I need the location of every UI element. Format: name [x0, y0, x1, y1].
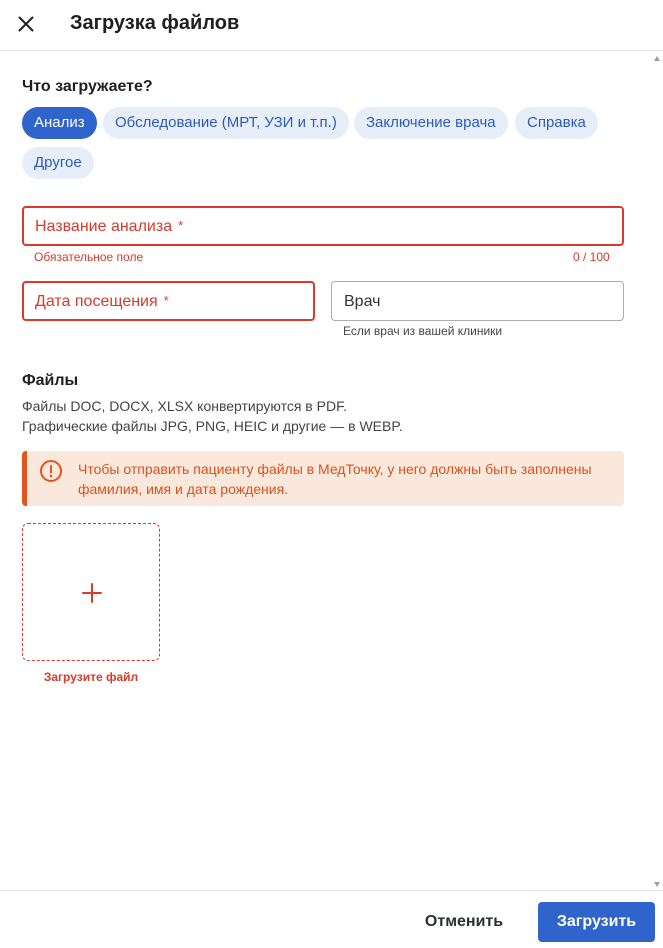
doctor-label: Врач	[344, 293, 381, 310]
doctor-field[interactable]: Врач	[331, 281, 624, 321]
scrollbar[interactable]	[651, 52, 663, 890]
files-section-title: Файлы	[22, 372, 79, 389]
chip-analysis[interactable]: Анализ	[22, 107, 97, 139]
plus-icon	[82, 583, 102, 603]
visit-date-field[interactable]: Дата посещения *	[22, 281, 315, 321]
required-mark: *	[178, 218, 184, 233]
warning-alert: Чтобы отправить пациенту файлы в МедТочк…	[22, 451, 624, 506]
analysis-name-counter: 0 / 100	[573, 250, 610, 264]
alert-circle-icon	[40, 460, 62, 482]
close-icon	[18, 16, 34, 32]
files-description: Файлы DOC, DOCX, XLSX конвертируются в P…	[22, 396, 403, 436]
dialog-title: Загрузка файлов	[70, 12, 240, 34]
chip-certificate[interactable]: Справка	[515, 107, 598, 139]
analysis-name-error: Обязательное поле	[34, 250, 144, 264]
doctor-hint: Если врач из вашей клиники	[343, 324, 503, 338]
files-desc-line1: Файлы DOC, DOCX, XLSX конвертируются в P…	[22, 398, 347, 414]
analysis-name-label: Название анализа *	[35, 218, 184, 235]
visit-date-label: Дата посещения *	[35, 293, 169, 310]
analysis-name-field[interactable]: Название анализа *	[22, 206, 624, 246]
chip-doctor-conclusion[interactable]: Заключение врача	[354, 107, 508, 139]
type-section-title: Что загружаете?	[22, 78, 153, 95]
alert-text: Чтобы отправить пациенту файлы в МедТочк…	[78, 461, 592, 497]
scroll-down-arrow[interactable]	[654, 882, 660, 887]
upload-file-dropzone[interactable]	[22, 523, 160, 661]
dialog-header: Загрузка файлов	[0, 0, 663, 51]
files-desc-line2: Графические файлы JPG, PNG, HEIC и други…	[22, 418, 403, 434]
scroll-up-arrow[interactable]	[654, 56, 660, 61]
chip-other[interactable]: Другое	[22, 147, 94, 179]
upload-file-label: Загрузите файл	[43, 670, 139, 684]
cancel-button[interactable]: Отменить	[410, 902, 518, 942]
upload-button[interactable]: Загрузить	[538, 902, 655, 942]
close-button[interactable]	[12, 10, 40, 38]
dialog-footer: Отменить Загрузить	[0, 890, 663, 948]
required-mark: *	[163, 293, 169, 308]
chip-examination[interactable]: Обследование (МРТ, УЗИ и т.п.)	[103, 107, 349, 139]
